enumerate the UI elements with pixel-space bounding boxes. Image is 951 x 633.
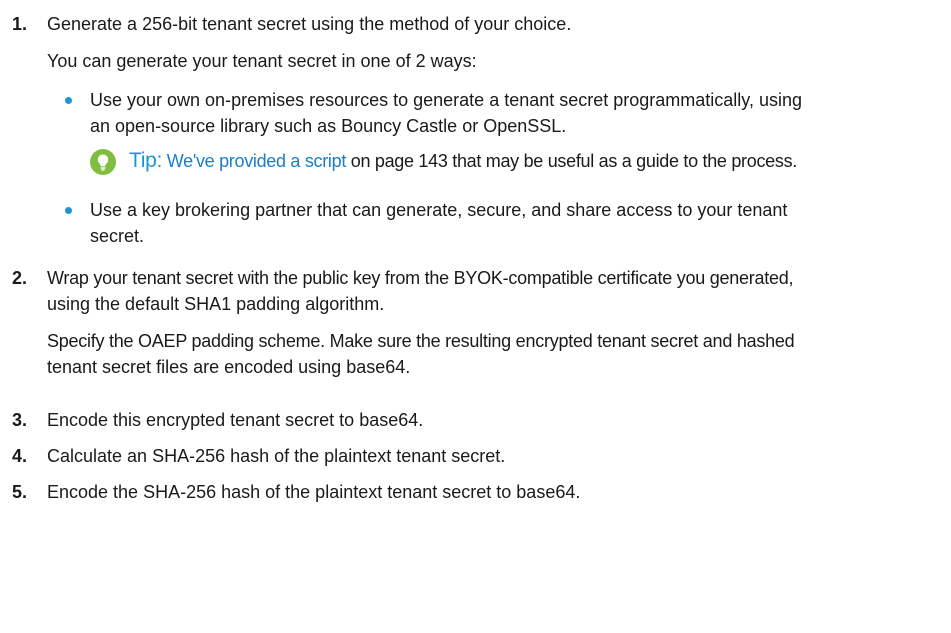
tip-colon: : xyxy=(156,149,163,172)
step-paragraph: tenant secret files are encoded using ba… xyxy=(47,357,411,377)
step-text: Encode the SHA-256 hash of the plaintext… xyxy=(47,482,581,502)
step-number: 5. xyxy=(12,482,28,502)
step-text: Calculate an SHA-256 hash of the plainte… xyxy=(47,446,506,466)
bullet-line: secret. xyxy=(90,226,145,246)
step-number: 4. xyxy=(12,446,28,466)
document-page: 1. Generate a 256-bit tenant secret usin… xyxy=(0,0,951,633)
step-paragraph: You can generate your tenant secret in o… xyxy=(47,51,477,71)
step-text: Encode this encrypted tenant secret to b… xyxy=(47,410,424,430)
bullet-line: an open-source library such as Bouncy Ca… xyxy=(90,116,567,136)
step-number: 3. xyxy=(12,410,28,430)
tip-label: Tip xyxy=(129,149,157,172)
bullet-dot-icon xyxy=(65,207,72,214)
lightbulb-icon xyxy=(90,149,116,175)
script-link[interactable]: We've provided a script xyxy=(167,151,347,171)
step-number: 2. xyxy=(12,268,28,288)
bullet-line: Use a key brokering partner that can gen… xyxy=(90,200,788,220)
step-text: using the default SHA1 padding algorithm… xyxy=(47,294,385,314)
step-paragraph: Specify the OAEP padding scheme. Make su… xyxy=(47,331,795,351)
bullet-dot-icon xyxy=(65,97,72,104)
bullet-line: Use your own on-premises resources to ge… xyxy=(90,90,803,110)
tip-text: Tip: We've provided a script on page 143… xyxy=(129,150,797,172)
step-text: Generate a 256-bit tenant secret using t… xyxy=(47,14,572,34)
tip-rest: on page 143 that may be useful as a guid… xyxy=(346,151,798,171)
step-number: 1. xyxy=(12,14,28,34)
step-text: Wrap your tenant secret with the public … xyxy=(47,268,794,288)
